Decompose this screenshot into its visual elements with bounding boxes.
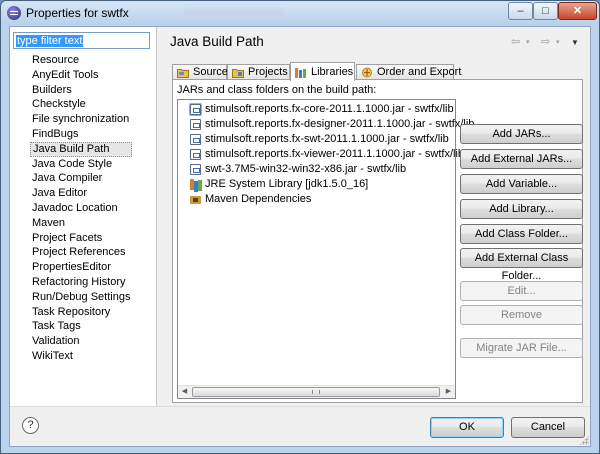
- tree-item[interactable]: Java Build Path: [30, 141, 133, 157]
- filter-input[interactable]: type filter text: [13, 32, 150, 49]
- tree-item[interactable]: Javadoc Location: [30, 201, 132, 216]
- tree-item[interactable]: Java Compiler: [30, 171, 132, 186]
- forward-dropdown-icon[interactable]: ▾: [556, 38, 560, 46]
- title-bar[interactable]: Properties for swtfx ‒ □ ✕: [1, 1, 599, 25]
- tab-projects[interactable]: Projects: [227, 64, 290, 80]
- tree-item[interactable]: FindBugs: [30, 127, 132, 142]
- properties-dialog: Properties for swtfx ‒ □ ✕ type filter t…: [0, 0, 600, 454]
- view-menu-icon[interactable]: ▼: [571, 38, 579, 47]
- add-library-button[interactable]: Add Library...: [460, 199, 583, 219]
- tab-libraries[interactable]: Libraries: [290, 62, 355, 81]
- cancel-button[interactable]: Cancel: [511, 417, 585, 438]
- library-icon: [190, 179, 201, 190]
- tab-order-and-export[interactable]: Order and Export: [356, 64, 461, 80]
- source-folder-icon: [177, 69, 189, 78]
- libraries-caption: JARs and class folders on the build path…: [177, 84, 377, 96]
- order-export-icon: [362, 67, 372, 78]
- window-title: Properties for swtfx: [26, 6, 129, 20]
- tree-item[interactable]: Java Editor: [30, 186, 132, 201]
- jar-icon: [190, 164, 201, 175]
- tree-item[interactable]: Validation: [30, 334, 132, 349]
- tree-item[interactable]: Maven: [30, 216, 132, 231]
- add-external-jars-button[interactable]: Add External JARs...: [460, 149, 583, 169]
- libraries-tab-panel: JARs and class folders on the build path…: [172, 79, 583, 403]
- tree-item[interactable]: Checkstyle: [30, 97, 132, 112]
- footer-divider: [10, 406, 590, 407]
- tree-item[interactable]: File synchronization: [30, 112, 132, 127]
- add-class-folder-button[interactable]: Add Class Folder...: [460, 224, 583, 244]
- add-jars-button[interactable]: Add JARs...: [460, 124, 583, 144]
- back-arrow-icon[interactable]: ⇦: [511, 35, 520, 48]
- scroll-right-icon[interactable]: ▶: [442, 386, 455, 398]
- property-page-tree: Resource AnyEdit Tools Builders Checkstyle F…: [30, 53, 133, 364]
- tree-item[interactable]: Project Facets: [30, 231, 132, 246]
- tree-item[interactable]: Project References: [30, 245, 132, 260]
- tree-item[interactable]: PropertiesEditor: [30, 260, 132, 275]
- add-variable-button[interactable]: Add Variable...: [460, 174, 583, 194]
- scroll-left-icon[interactable]: ◀: [178, 386, 191, 398]
- back-dropdown-icon[interactable]: ▾: [526, 38, 530, 46]
- migrate-jar-button[interactable]: Migrate JAR File...: [460, 338, 583, 358]
- tree-item[interactable]: Run/Debug Settings: [30, 290, 132, 305]
- tree-item[interactable]: Refactoring History: [30, 275, 132, 290]
- tree-item[interactable]: Resource: [30, 53, 132, 68]
- maximize-button[interactable]: □: [533, 2, 558, 20]
- jar-icon: [190, 134, 201, 145]
- java-build-path-page: Java Build Path ⇦ ▾ ⇨ ▾ ▼ Source Project…: [158, 27, 590, 406]
- tree-item[interactable]: Java Code Style: [30, 157, 132, 172]
- build-path-entries-list[interactable]: stimulsoft.reports.fx-core-2011.1.1000.j…: [177, 99, 474, 399]
- tree-item[interactable]: Builders: [30, 83, 132, 98]
- edit-button[interactable]: Edit...: [460, 281, 583, 301]
- eclipse-icon: [7, 6, 21, 20]
- filter-text[interactable]: type filter text: [16, 35, 84, 47]
- close-button[interactable]: ✕: [558, 2, 597, 20]
- tree-item[interactable]: AnyEdit Tools: [30, 68, 132, 83]
- projects-icon: [232, 69, 244, 78]
- tree-item[interactable]: Task Repository: [30, 305, 132, 320]
- help-icon[interactable]: ?: [22, 417, 39, 434]
- dialog-body: type filter text Resource AnyEdit Tools Bu…: [9, 26, 591, 447]
- jar-icon: [190, 149, 201, 160]
- maven-icon: [190, 194, 201, 205]
- tab-source[interactable]: Source: [172, 64, 228, 80]
- jar-icon: [190, 104, 201, 115]
- tree-item[interactable]: Task Tags: [30, 319, 132, 334]
- jar-icon: [190, 119, 201, 130]
- horizontal-scrollbar[interactable]: ◀ ▶: [178, 385, 455, 398]
- page-title: Java Build Path: [170, 34, 264, 49]
- remove-button[interactable]: Remove: [460, 305, 583, 325]
- minimize-button[interactable]: ‒: [508, 2, 533, 20]
- property-pages-pane: type filter text Resource AnyEdit Tools Bu…: [10, 27, 157, 406]
- tree-item[interactable]: WikiText: [30, 349, 132, 364]
- scrollbar-thumb[interactable]: [192, 387, 440, 397]
- blurred-title-region: [184, 9, 284, 17]
- ok-button[interactable]: OK: [430, 417, 504, 438]
- forward-arrow-icon[interactable]: ⇨: [541, 35, 550, 48]
- libraries-icon: [295, 68, 306, 78]
- add-external-class-folder-button[interactable]: Add External Class Folder...: [460, 248, 583, 282]
